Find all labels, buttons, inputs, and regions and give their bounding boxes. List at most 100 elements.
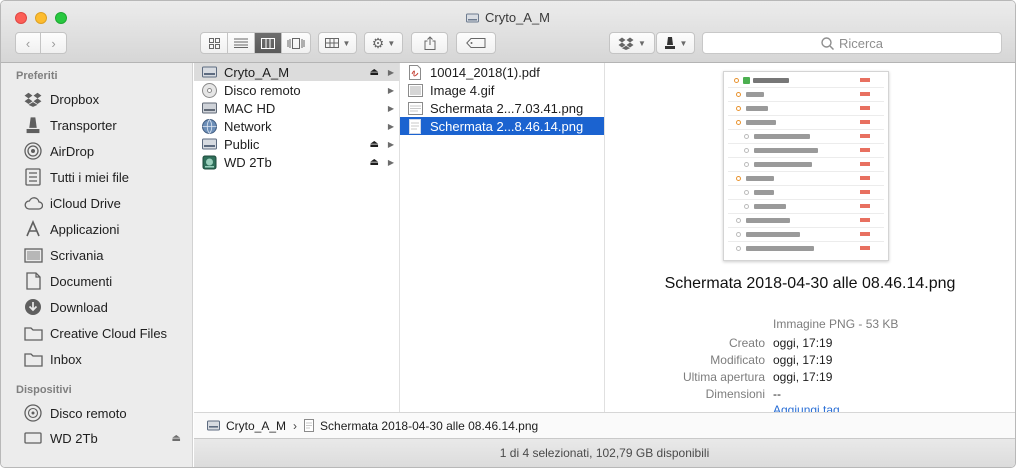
file-name: Schermata 2...7.03.41.png (430, 100, 584, 116)
download-icon (23, 298, 43, 316)
arrange-icon (324, 38, 339, 48)
column-view-button[interactable] (255, 33, 282, 53)
eject-icon[interactable]: ⏏ (370, 157, 379, 168)
sidebar-item-desktop[interactable]: Scrivania (23, 245, 103, 265)
sidebar-item-wd-2tb[interactable]: WD 2Tb ⏏ (23, 428, 181, 448)
navigation-buttons: ‹ › (15, 32, 67, 54)
list-item[interactable]: Image 4.gif (400, 81, 604, 99)
chevron-down-icon: ▼ (342, 38, 351, 48)
chevron-down-icon: ▼ (679, 38, 688, 48)
sidebar-item-download[interactable]: Download (23, 297, 108, 317)
chevron-right-icon: › (293, 418, 298, 433)
edit-tags-button[interactable] (456, 32, 496, 54)
sidebar-item-label: Dropbox (50, 91, 100, 107)
transporter-button[interactable]: ▼ (656, 32, 695, 54)
gallery-view-button[interactable] (282, 33, 310, 53)
share-button[interactable] (411, 32, 448, 54)
all-files-icon (23, 168, 43, 186)
sidebar-item-creative-cloud-files[interactable]: Creative Cloud Files (23, 323, 167, 343)
sidebar-item-label: Applicazioni (50, 221, 120, 237)
sidebar-item-label: Scrivania (50, 247, 104, 263)
sidebar-item-airdrop[interactable]: AirDrop (23, 141, 94, 161)
sidebar-item-all-files[interactable]: Tutti i miei file (23, 167, 129, 187)
last-opened-label: Ultima apertura (682, 370, 765, 384)
sidebar-item-transporter[interactable]: Transporter (23, 115, 117, 135)
transporter-icon (23, 116, 43, 134)
sidebar-item-icloud-drive[interactable]: iCloud Drive (23, 193, 121, 213)
created-label: Creato (728, 336, 765, 350)
remote-disc-icon (23, 404, 43, 422)
drive-icon (201, 64, 217, 80)
view-mode-control (200, 32, 311, 54)
back-button[interactable]: ‹ (16, 33, 41, 53)
eject-icon[interactable]: ⏏ (172, 433, 181, 444)
image-file-icon (407, 118, 423, 134)
drive-icon (23, 429, 43, 447)
list-item[interactable]: WD 2Tb ⏏ ▶ (194, 153, 399, 171)
sidebar-item-label: Disco remoto (50, 405, 127, 421)
list-item[interactable]: Schermata 2...7.03.41.png (400, 99, 604, 117)
gear-icon: ⚙ (371, 34, 385, 51)
chevron-down-icon: ▼ (638, 38, 646, 48)
drive-icon (207, 420, 220, 431)
eject-icon[interactable]: ⏏ (370, 139, 379, 150)
list-view-button[interactable] (228, 33, 255, 53)
sidebar-item-remote-disc[interactable]: Disco remoto (23, 403, 127, 423)
list-item[interactable]: 10014_2018(1).pdf (400, 63, 604, 81)
forward-button[interactable]: › (41, 33, 66, 53)
search-field[interactable]: Ricerca (702, 32, 1002, 54)
list-item[interactable]: Cryto_A_M ⏏ ▶ (194, 63, 399, 81)
disclosure-arrow-icon: ▶ (387, 139, 394, 149)
sidebar-section-favorites: Preferiti (16, 70, 58, 82)
sidebar-item-label: Inbox (50, 351, 82, 367)
hard-disk-icon (201, 100, 217, 116)
finder-window: Cryto_A_M ‹ › ▼ ⚙ ▼ ▼ ▼ Ricerca Preferit… (0, 0, 1016, 468)
share-icon (424, 36, 435, 50)
eject-icon[interactable]: ⏏ (370, 67, 379, 78)
desktop-icon (23, 246, 43, 264)
image-file-icon (407, 82, 423, 98)
search-placeholder: Ricerca (838, 35, 884, 51)
image-file-icon (304, 419, 315, 432)
group-by-button[interactable]: ▼ (318, 32, 357, 54)
action-button[interactable]: ⚙ ▼ (364, 32, 403, 54)
file-name: Schermata 2...8.46.14.png (430, 118, 584, 134)
path-segment-file[interactable]: Schermata 2018-04-30 alle 08.46.14.png (320, 419, 538, 433)
sidebar-item-label: Documenti (50, 273, 113, 289)
sidebar-item-inbox[interactable]: Inbox (23, 349, 82, 369)
list-item[interactable]: Network ▶ (194, 117, 399, 135)
created-value: oggi, 17:19 (773, 336, 833, 350)
dropbox-icon (618, 37, 634, 50)
icon-view-button[interactable] (201, 33, 228, 53)
dimensions-value: -- (773, 387, 781, 401)
sidebar-item-documents[interactable]: Documenti (23, 271, 112, 291)
list-item-selected[interactable]: Schermata 2...8.46.14.png (400, 117, 604, 135)
shared-drive-icon (201, 136, 217, 152)
chevron-down-icon: ▼ (387, 38, 396, 48)
sidebar-item-label: iCloud Drive (50, 195, 121, 211)
sidebar-item-label: Transporter (50, 117, 117, 133)
list-item[interactable]: Public ⏏ ▶ (194, 135, 399, 153)
status-bar: 1 di 4 selezionati, 102,79 GB disponibil… (194, 438, 1015, 467)
list-item[interactable]: Disco remoto ▶ (194, 81, 399, 99)
path-segment-volume[interactable]: Cryto_A_M (226, 419, 286, 433)
file-name: 10014_2018(1).pdf (430, 64, 540, 80)
list-item[interactable]: MAC HD ▶ (194, 99, 399, 117)
modified-value: oggi, 17:19 (773, 353, 833, 367)
window-title-area: Cryto_A_M (1, 10, 1015, 25)
sidebar-item-label: Download (50, 299, 108, 315)
file-name: Image 4.gif (430, 82, 495, 98)
sidebar-item-applications[interactable]: Applicazioni (23, 219, 119, 239)
cloud-icon (23, 194, 43, 212)
sidebar-item-label: Tutti i miei file (50, 169, 129, 185)
sidebar-item-label: Creative Cloud Files (50, 325, 168, 341)
disclosure-arrow-icon: ▶ (387, 85, 394, 95)
preview-file-name: Schermata 2018-04-30 alle 08.46.14.png (664, 275, 956, 292)
network-globe-icon (201, 118, 217, 134)
search-icon (821, 36, 834, 50)
sidebar-item-dropbox[interactable]: Dropbox (23, 89, 99, 109)
document-icon (23, 272, 43, 290)
applications-icon (23, 220, 43, 238)
dropbox-button[interactable]: ▼ (609, 32, 655, 54)
preview-pane: Schermata 2018-04-30 alle 08.46.14.png I… (605, 63, 1015, 417)
